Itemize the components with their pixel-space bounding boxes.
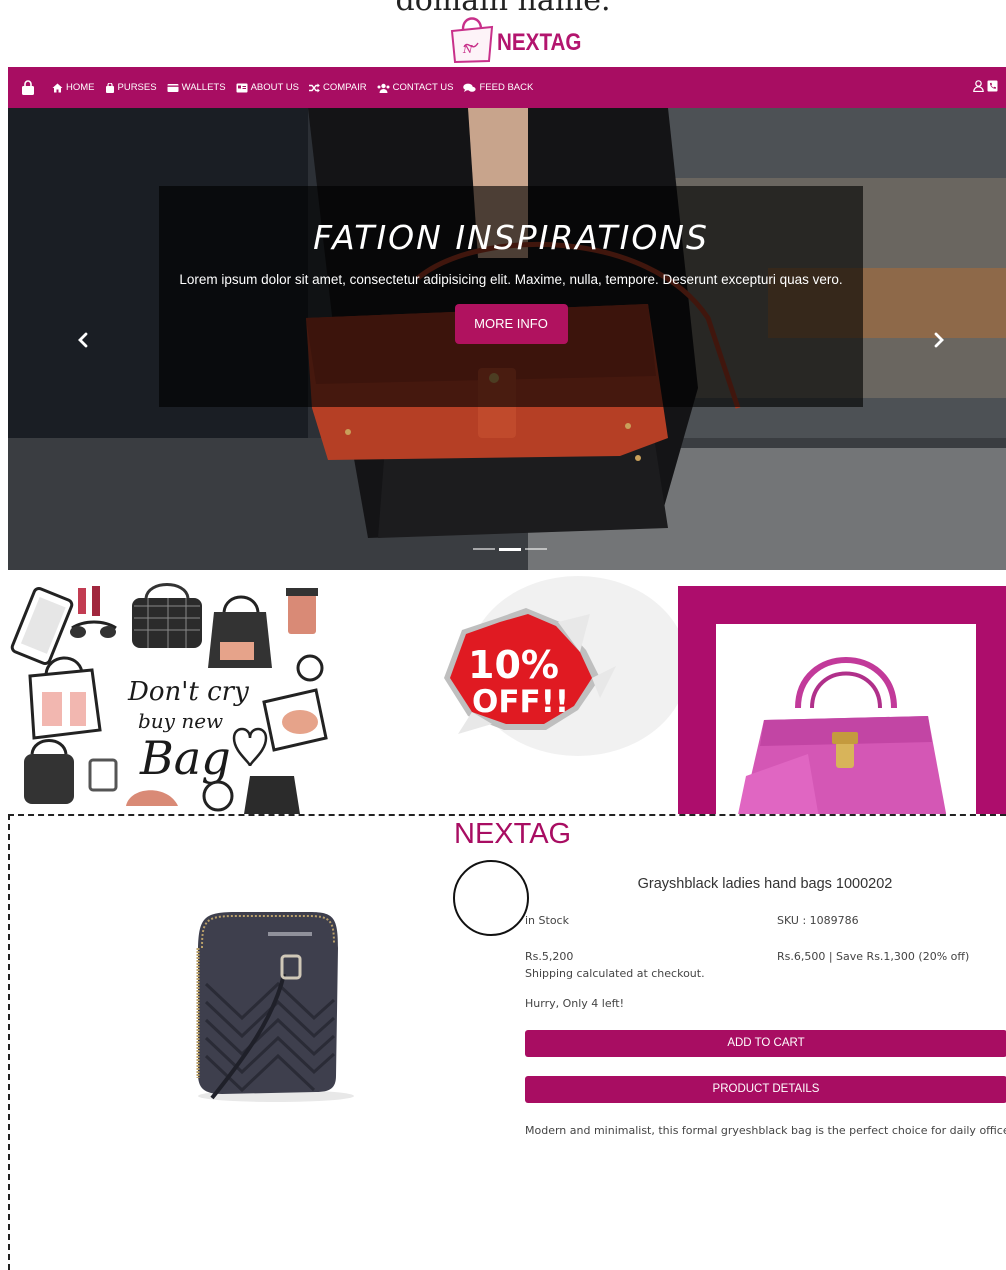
product-detail-section: NEXTAG Grayshblack ladies hand bags 1000…	[8, 814, 1006, 1270]
svg-text:10%: 10%	[468, 643, 559, 687]
nav-right-actions	[973, 80, 998, 92]
main-navbar: HOME PURSES WALLETS ABOUT US COMPAIR CON…	[8, 67, 1006, 108]
nav-about-us[interactable]: ABOUT US	[236, 82, 299, 93]
product-title: Grayshblack ladies hand bags 1000202	[637, 876, 893, 892]
pink-handbag-image	[738, 657, 947, 814]
nav-wallets[interactable]: WALLETS	[167, 82, 226, 93]
carousel-indicator-1[interactable]	[473, 548, 495, 550]
wallet-icon	[167, 83, 179, 92]
sketch-bags-illustration: Don't cry buy new Bag	[8, 570, 348, 814]
comments-icon	[463, 83, 477, 92]
original-price-savings: Rs.6,500 | Save Rs.1,300 (20% off)	[777, 950, 970, 963]
shopping-bag-icon[interactable]	[20, 79, 36, 96]
nav-home-label: HOME	[66, 82, 95, 93]
shuffle-icon	[308, 83, 320, 92]
circle-marker	[453, 860, 529, 936]
svg-text:OFF!!: OFF!!	[472, 684, 569, 720]
nav-compare-label: COMPAIR	[322, 82, 367, 93]
nav-about-label: ABOUT US	[250, 82, 299, 93]
chevron-left-icon[interactable]	[74, 330, 94, 350]
site-logo[interactable]: N NEXTAG	[449, 8, 595, 64]
product-description: Modern and minimalist, this formal gryes…	[525, 1124, 1006, 1137]
more-info-button[interactable]: MORE INFO	[454, 304, 568, 344]
nav-purses-label: PURSES	[117, 82, 157, 93]
hero-text: Lorem ipsum dolor sit amet, consectetur …	[179, 272, 843, 287]
carousel-indicators	[473, 548, 547, 551]
product-sku: SKU : 1089786	[777, 914, 859, 927]
svg-text:Don't cry: Don't cry	[127, 677, 249, 707]
promo-banner-row: Don't cry buy new Bag 10% OFF!!	[8, 570, 1006, 814]
product-image[interactable]	[184, 908, 360, 1104]
brand-heading: NEXTAG	[454, 818, 572, 850]
nav-contact-label: CONTACT US	[392, 82, 454, 93]
stock-urgency: Hurry, Only 4 left!	[525, 997, 625, 1010]
featured-bag-frame	[678, 586, 1006, 814]
carousel-indicator-2[interactable]	[499, 548, 521, 551]
hero-carousel: FATION INSPIRATIONS Lorem ipsum dolor si…	[8, 108, 1006, 570]
shipping-note: Shipping calculated at checkout.	[525, 967, 705, 980]
svg-text:N: N	[462, 43, 473, 56]
nav-compare[interactable]: COMPAIR	[308, 82, 367, 93]
logo-text: NEXTAG	[497, 29, 582, 56]
stock-status: in Stock	[525, 914, 569, 927]
discount-badge-image: 10% OFF!!	[428, 570, 678, 760]
nav-feedback[interactable]: FEED BACK	[463, 82, 533, 93]
featured-bag-panel	[716, 624, 976, 814]
svg-text:Bag: Bag	[139, 731, 231, 785]
svg-text:buy new: buy new	[138, 709, 223, 733]
nav-home[interactable]: HOME	[52, 82, 95, 93]
add-to-cart-button[interactable]: ADD TO CART	[525, 1030, 1006, 1057]
carousel-indicator-3[interactable]	[525, 548, 547, 550]
hero-caption-box: FATION INSPIRATIONS Lorem ipsum dolor si…	[159, 186, 863, 407]
user-icon[interactable]	[973, 80, 984, 92]
phone-square-icon[interactable]	[987, 80, 998, 92]
chevron-right-icon[interactable]	[928, 330, 948, 350]
users-icon	[377, 83, 390, 93]
home-icon	[52, 83, 63, 92]
hero-title: FATION INSPIRATIONS	[313, 218, 709, 257]
product-price: Rs.5,200	[525, 950, 574, 963]
nav-feedback-label: FEED BACK	[479, 82, 534, 93]
bag-icon	[105, 82, 114, 93]
nav-wallets-label: WALLETS	[181, 82, 226, 93]
nav-purses[interactable]: PURSES	[105, 82, 157, 93]
logo-bag-icon: N	[450, 17, 494, 63]
nav-contact-us[interactable]: CONTACT US	[377, 82, 454, 93]
product-details-button[interactable]: PRODUCT DETAILS	[525, 1076, 1006, 1103]
id-card-icon	[236, 83, 248, 92]
